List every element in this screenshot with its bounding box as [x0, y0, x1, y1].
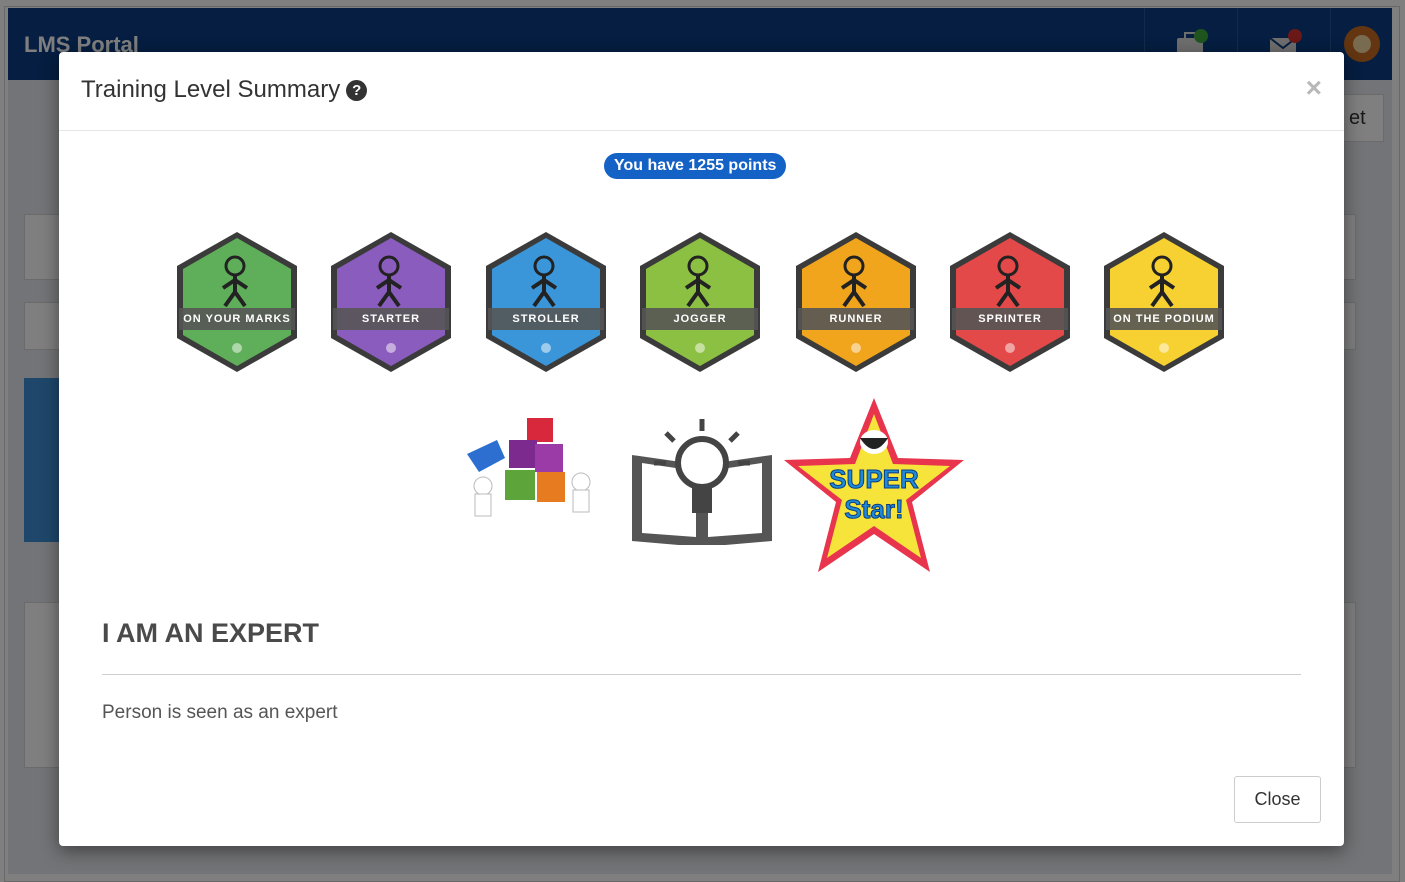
- badge-label: JOGGER: [673, 313, 727, 325]
- badge-hexagon-icon: [177, 232, 297, 372]
- close-icon[interactable]: ×: [1306, 72, 1322, 104]
- points-badge: You have 1255 points: [604, 153, 787, 179]
- lightbulb-book-award[interactable]: [630, 415, 774, 550]
- modal-title: Training Level Summary?: [81, 76, 368, 104]
- badge-on-the-podium[interactable]: ON THE PODIUM: [1100, 230, 1228, 374]
- puzzle-icon: [467, 418, 591, 517]
- badge-label: SPRINTER: [978, 313, 1042, 325]
- modal-header: Training Level Summary? ×: [59, 52, 1344, 131]
- selected-badge-heading: I AM AN EXPERT: [102, 618, 320, 648]
- badge-label: ON THE PODIUM: [1113, 313, 1215, 325]
- super-star-icon: SUPER Star!: [784, 398, 964, 572]
- selected-badge-description: Person is seen as an expert: [102, 702, 338, 723]
- badge-hexagon-icon: [331, 232, 451, 372]
- lightbulb-book-icon: [630, 415, 774, 547]
- badge-hexagon-icon: [486, 232, 606, 372]
- super-star-award[interactable]: SUPER Star!: [780, 394, 968, 585]
- badge-stroller[interactable]: STROLLER: [482, 230, 610, 374]
- close-button[interactable]: Close: [1234, 776, 1321, 823]
- badge-jogger[interactable]: JOGGER: [636, 230, 764, 374]
- badge-hexagon-icon: [950, 232, 1070, 372]
- badge-label: STARTER: [361, 313, 421, 325]
- badge-hexagon-icon: [640, 232, 760, 372]
- modal-title-text: Training Level Summary: [81, 76, 341, 103]
- badge-label: ON YOUR MARKS: [183, 313, 291, 325]
- badge-label: RUNNER: [829, 313, 883, 325]
- badge-on-your-marks[interactable]: ON YOUR MARKS: [173, 230, 301, 374]
- badge-runner[interactable]: RUNNER: [792, 230, 920, 374]
- badge-hexagon-icon: [1104, 232, 1224, 372]
- badge-label: STROLLER: [512, 313, 580, 325]
- divider: [102, 674, 1301, 675]
- badge-sprinter[interactable]: SPRINTER: [946, 230, 1074, 374]
- super-star-line1: SUPER: [829, 464, 919, 494]
- help-icon[interactable]: ?: [346, 80, 368, 101]
- training-level-modal: Training Level Summary? × You have 1255 …: [59, 52, 1344, 846]
- badge-hexagon-icon: [796, 232, 916, 372]
- puzzle-teamwork-award[interactable]: [459, 414, 599, 529]
- super-star-line2: Star!: [844, 494, 903, 524]
- badge-starter[interactable]: STARTER: [327, 230, 455, 374]
